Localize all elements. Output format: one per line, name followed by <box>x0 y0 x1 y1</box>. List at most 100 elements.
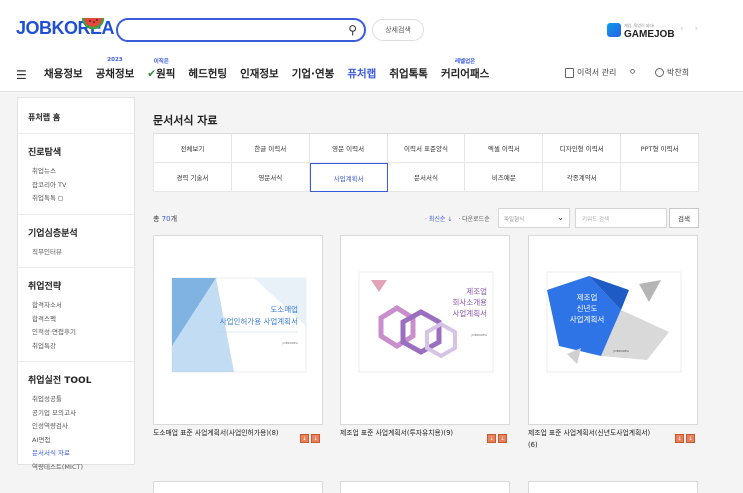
document-thumbnail: 제조업 신년도 사업계획서 JOBKOREA <box>546 271 682 373</box>
external-link-icon <box>58 195 63 201</box>
svg-text:사업인허가용 사업계획서: 사업인허가용 사업계획서 <box>220 316 298 326</box>
gnb-open-recruit[interactable]: 2023 공채정보 <box>96 57 135 81</box>
gnb-badge: 이직은 <box>153 59 169 65</box>
sidebar-link[interactable]: 합격자소서 <box>28 299 124 313</box>
sidebar-home-link[interactable]: 퓨처랩 홈 <box>18 98 134 134</box>
tab-empty <box>621 163 699 192</box>
util-menu: 이력서 관리 ⚪ <box>565 67 637 78</box>
sidebar-section: 취업실전 TOOL 취업성공툴 공기업 모의고사 인성역량검사 AI면접 문서서… <box>18 362 134 482</box>
document-thumbnail: 도소매업 사업인허가용 사업계획서 JOBKOREA <box>171 277 307 373</box>
download-hwp-icon[interactable]: ↓ <box>487 434 496 443</box>
download-doc-icon[interactable]: ↓ <box>686 434 695 443</box>
tab-english-resume[interactable]: 영문 이력서 <box>309 134 388 163</box>
sidebar-link[interactable]: 인성역량검사 <box>28 420 124 434</box>
sidebar-link[interactable]: 공기업 모의고사 <box>28 407 124 421</box>
sidebar-link[interactable]: 취업뉴스 <box>28 165 124 179</box>
tab-excel-resume[interactable]: 엑셀 이력서 <box>465 134 544 163</box>
tab-hangul-resume[interactable]: 한글 이력서 <box>231 134 310 163</box>
search-icon[interactable]: ⚲ <box>348 23 357 37</box>
sidebar-link[interactable]: 취업성공툴 <box>28 393 124 407</box>
result-count: 총 70개 <box>153 215 178 223</box>
document-card[interactable]: 제조업 회사소개용 사업계획서 JOBKOREA <box>340 235 510 425</box>
svg-text:사업계획서: 사업계획서 <box>453 308 488 318</box>
gnb-headhunting[interactable]: 헤드헌팅 <box>188 66 227 81</box>
sort-options: · 최신순 ↓ · 다운로드순 <box>425 214 490 223</box>
document-card-title[interactable]: 도소매업 표준 사업계획서(사업인허가용)(8) <box>153 427 303 439</box>
svg-text:JOBKOREA: JOBKOREA <box>470 333 487 337</box>
sidebar-link[interactable]: 취업톡톡 <box>28 192 124 206</box>
download-buttons: ↓ ↓ <box>300 434 320 443</box>
download-hwp-icon[interactable]: ↓ <box>675 434 684 443</box>
sidebar-link[interactable]: 역량테스트(MICT) <box>28 461 124 475</box>
document-card-title[interactable]: 제조업 표준 사업계획서(신년도사업계획서)(6) <box>528 427 658 451</box>
tab-english-forms[interactable]: 영문서식 <box>231 163 310 192</box>
gnb-badge: 레벨업은 <box>455 59 476 65</box>
sidebar-link[interactable]: 잡코리아 TV <box>28 179 124 193</box>
document-card[interactable]: 제조업 신년도 사업계획서 JOBKOREA <box>528 235 698 425</box>
watermelon-icon <box>81 17 105 30</box>
tab-contracts[interactable]: 각종계약서 <box>543 163 622 192</box>
sidebar-section-title: 취업전략 <box>28 282 62 292</box>
document-card[interactable] <box>528 481 698 493</box>
tab-design-resume[interactable]: 디자인형 이력서 <box>543 134 622 163</box>
tab-standard-resume[interactable]: 이력서 표준양식 <box>387 134 466 163</box>
download-doc-icon[interactable]: ↓ <box>498 434 507 443</box>
tab-business-plan[interactable]: 사업계획서 <box>309 163 388 192</box>
sidebar: 퓨처랩 홈 진로탐색 취업뉴스 잡코리아 TV 취업톡톡 기업심층분석 직무인터… <box>17 97 135 471</box>
gnb-career-path[interactable]: 레벨업은 커리어패스 <box>441 59 489 81</box>
gnb-badge: 2023 <box>107 57 123 63</box>
download-buttons: ↓ ↓ <box>675 434 695 443</box>
chevron-down-icon: ⌄ <box>557 213 564 222</box>
sidebar-link[interactable]: AI면접 <box>28 434 124 448</box>
svg-text:사업계획서: 사업계획서 <box>570 314 605 324</box>
download-hwp-icon[interactable]: ↓ <box>300 434 309 443</box>
user-menu[interactable]: 박찬희 <box>655 67 689 78</box>
gnb-recruit[interactable]: 채용정보 <box>44 66 83 81</box>
keyword-search-input[interactable]: 키워드 검색 <box>575 208 667 228</box>
sidebar-link-active[interactable]: 문서서식 자료 <box>28 447 124 461</box>
tab-career-description[interactable]: 경력 기술서 <box>154 163 232 192</box>
document-icon <box>565 67 574 78</box>
gnb-company-salary[interactable]: 기업·연봉 <box>292 66 335 81</box>
global-nav: 채용정보 2023 공채정보 이직은 ✔원픽 헤드헌팅 인재정보 기업·연봉 퓨처랩… <box>44 57 502 81</box>
banner-arrows[interactable]: ‹ › <box>680 24 702 34</box>
tab-all[interactable]: 전체보기 <box>154 134 232 163</box>
sidebar-link[interactable]: 인적성·면접후기 <box>28 326 124 340</box>
gnb-onepick[interactable]: 이직은 ✔원픽 <box>147 59 175 81</box>
document-card-title[interactable]: 제조업 표준 사업계획서(투자유치용)(9) <box>340 427 490 439</box>
keyword-search-button[interactable]: 검색 <box>669 208 699 228</box>
sidebar-link[interactable]: 합격스펙 <box>28 313 124 327</box>
tab-document-forms[interactable]: 문서서식 <box>387 163 466 192</box>
user-icon <box>655 68 664 77</box>
svg-text:신년도: 신년도 <box>577 303 598 313</box>
gamejob-logo[interactable]: 게임, 직업이 되다! GAMEJOB <box>607 21 675 40</box>
gnb-futurelab[interactable]: 퓨처랩 <box>347 66 376 81</box>
sidebar-link[interactable]: 취업특강 <box>28 340 124 354</box>
check-icon: ✔ <box>147 68 157 80</box>
gnb-talk[interactable]: 취업톡톡 <box>389 66 428 81</box>
document-card[interactable] <box>340 481 510 493</box>
sidebar-link[interactable]: 직무인터뷰 <box>28 246 124 260</box>
advanced-search-button[interactable]: 상세검색 <box>372 19 424 41</box>
svg-text:회사소개용: 회사소개용 <box>453 297 488 307</box>
category-tabs: 전체보기 한글 이력서 영문 이력서 이력서 표준양식 엑셀 이력서 디자인형 … <box>153 133 699 192</box>
sidebar-section-title: 취업실전 TOOL <box>28 376 92 386</box>
search-input[interactable]: ⚲ <box>116 18 366 42</box>
gnb-talent[interactable]: 인재정보 <box>240 66 279 81</box>
sidebar-section: 기업심층분석 직무인터뷰 <box>18 215 134 268</box>
sort-latest[interactable]: · 최신순 ↓ <box>425 214 452 223</box>
document-card[interactable] <box>153 481 323 493</box>
tab-business-examples[interactable]: 비즈예문 <box>465 163 544 192</box>
gamejob-label: GAMEJOB <box>624 29 675 40</box>
tab-ppt-resume[interactable]: PPT형 이력서 <box>621 134 699 163</box>
sort-downloads[interactable]: · 다운로드순 <box>458 214 489 223</box>
document-card[interactable]: 도소매업 사업인허가용 사업계획서 JOBKOREA <box>153 235 323 425</box>
bell-icon[interactable]: ⚪ <box>628 67 636 78</box>
document-thumbnail: 제조업 회사소개용 사업계획서 JOBKOREA <box>358 271 494 373</box>
menu-icon[interactable]: ☰ <box>16 68 27 82</box>
resume-manage-link[interactable]: 이력서 관리 <box>565 67 616 78</box>
file-type-select[interactable]: 파일형식 ⌄ <box>498 208 570 228</box>
page-title: 문서서식 자료 <box>153 114 218 127</box>
download-doc-icon[interactable]: ↓ <box>311 434 320 443</box>
gamejob-mark-icon <box>607 23 621 37</box>
